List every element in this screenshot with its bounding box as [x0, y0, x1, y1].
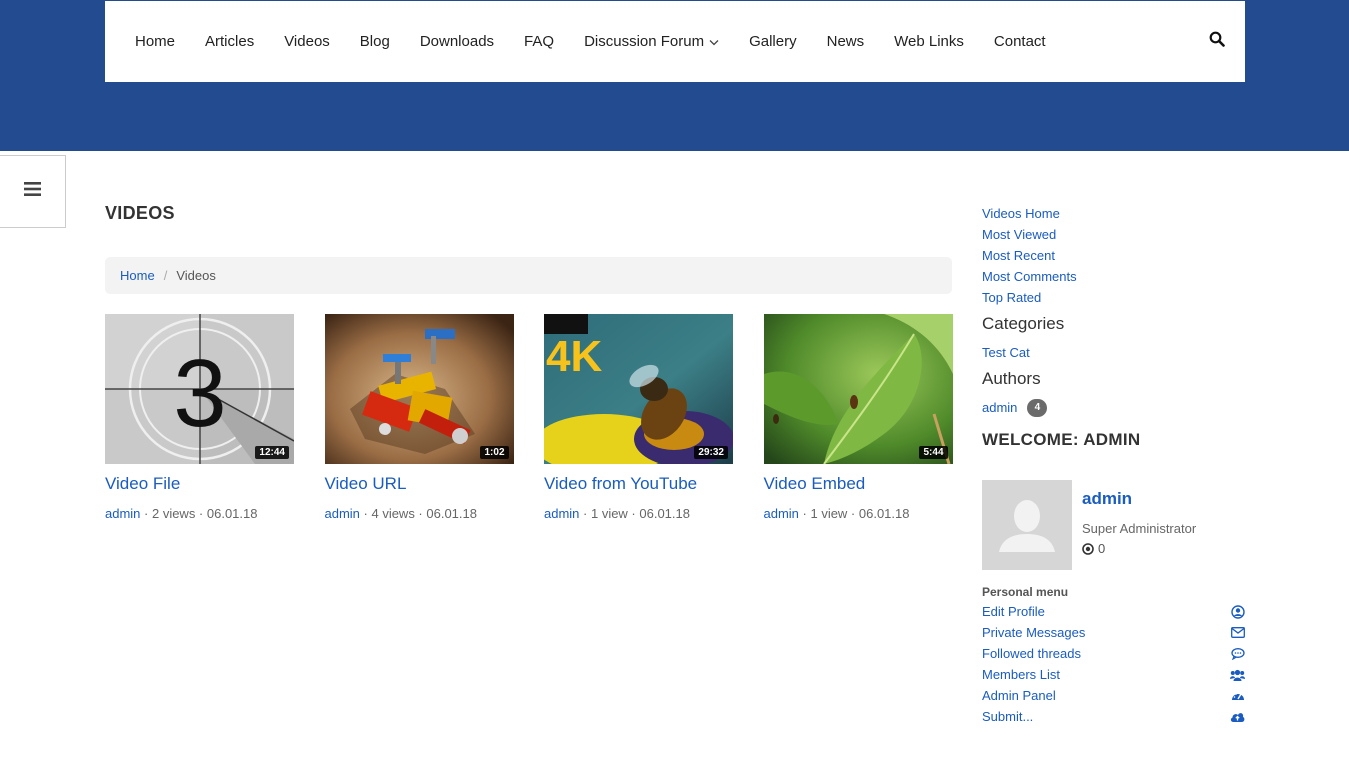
video-duration: 12:44	[255, 446, 289, 459]
nav-gallery[interactable]: Gallery	[749, 33, 797, 50]
breadcrumb-home-link[interactable]: Home	[120, 268, 155, 283]
svg-text:3: 3	[173, 340, 226, 447]
followed-threads-link[interactable]: Followed threads	[982, 643, 1081, 664]
video-title-link[interactable]: Video File	[105, 474, 294, 494]
edit-profile-link[interactable]: Edit Profile	[982, 601, 1045, 622]
video-meta: admin · 4 views · 06.01.18	[325, 506, 514, 521]
top-navbar: Home Articles Videos Blog Downloads FAQ …	[105, 1, 1245, 82]
video-thumbnail[interactable]: 3 12:44	[105, 314, 294, 464]
personal-menu-title: Personal menu	[982, 585, 1069, 599]
authors-heading: Authors	[982, 369, 1041, 388]
author-link[interactable]: admin	[982, 397, 1017, 418]
video-author-link[interactable]: admin	[544, 506, 579, 521]
video-meta: admin · 1 view · 06.01.18	[544, 506, 733, 521]
categories-heading: Categories	[982, 314, 1065, 333]
lego-thumbnail-image	[324, 314, 514, 464]
video-card: 3 12:44 Video File admin · 2 views · 06.…	[105, 314, 294, 521]
video-card: 5:44 Video Embed admin · 1 view · 06.01.…	[763, 314, 953, 521]
nav-discussion-forum[interactable]: Discussion Forum	[584, 33, 719, 50]
nav-faq[interactable]: FAQ	[524, 33, 554, 50]
video-thumbnail[interactable]: 1:02	[324, 314, 514, 464]
author-item: admin 4	[982, 397, 1245, 418]
bee-thumbnail-image: 4K	[544, 314, 733, 464]
sidebar-link-most-viewed[interactable]: Most Viewed	[982, 224, 1245, 245]
personal-menu-item-private-messages: Private Messages	[982, 622, 1245, 643]
video-meta: admin · 1 view · 06.01.18	[764, 506, 953, 521]
video-title-link[interactable]: Video URL	[325, 474, 514, 494]
avatar[interactable]	[982, 480, 1072, 570]
video-overlay-4k: 4K	[546, 332, 602, 381]
cloud-upload-icon	[1230, 709, 1245, 724]
user-circle-icon	[1230, 604, 1245, 619]
personal-menu-item-admin-panel: Admin Panel	[982, 685, 1245, 706]
welcome-heading: WELCOME: ADMIN	[982, 430, 1141, 449]
envelope-icon	[1230, 625, 1245, 640]
breadcrumb-current: Videos	[176, 268, 216, 283]
hamburger-menu-icon	[24, 182, 41, 201]
category-link[interactable]: Test Cat	[982, 342, 1245, 363]
sidebar-link-most-comments[interactable]: Most Comments	[982, 266, 1245, 287]
video-duration: 29:32	[694, 446, 728, 459]
video-author-link[interactable]: admin	[105, 506, 140, 521]
profile-points-value: 0	[1098, 541, 1106, 556]
nav-web-links[interactable]: Web Links	[894, 33, 964, 50]
video-list: 3 12:44 Video File admin · 2 views · 06.…	[105, 314, 983, 521]
countdown-thumbnail-image: 3	[105, 314, 294, 464]
video-author-link[interactable]: admin	[764, 506, 799, 521]
sidebar-link-most-recent[interactable]: Most Recent	[982, 245, 1245, 266]
video-card: 4K 29:32 Video from YouTube admin · 1 vi…	[544, 314, 733, 521]
profile-name-link[interactable]: admin	[1082, 489, 1196, 509]
right-sidebar: Videos Home Most Viewed Most Recent Most…	[982, 203, 1245, 727]
video-thumbnail[interactable]: 5:44	[763, 314, 953, 464]
video-title-link[interactable]: Video from YouTube	[544, 474, 733, 494]
dot-circle-icon	[1082, 542, 1094, 555]
nav-downloads[interactable]: Downloads	[420, 33, 494, 50]
page-title: VIDEOS	[105, 203, 175, 223]
nav-home[interactable]: Home	[135, 33, 175, 50]
main-menu: Home Articles Videos Blog Downloads FAQ …	[105, 33, 1076, 50]
video-author-link[interactable]: admin	[325, 506, 360, 521]
chevron-down-icon	[709, 33, 719, 50]
nav-news[interactable]: News	[827, 33, 865, 50]
video-stats: · 1 view · 06.01.18	[798, 506, 910, 521]
personal-menu-item-members-list: Members List	[982, 664, 1245, 685]
video-thumbnail[interactable]: 4K 29:32	[544, 314, 733, 464]
video-stats: · 1 view · 06.01.18	[579, 506, 690, 521]
breadcrumb: Home / Videos	[105, 257, 952, 294]
video-meta: admin · 2 views · 06.01.18	[105, 506, 294, 521]
submit-link[interactable]: Submit...	[982, 706, 1033, 727]
breadcrumb-separator: /	[163, 268, 168, 283]
personal-menu-item-submit: Submit...	[982, 706, 1245, 727]
users-icon	[1230, 667, 1245, 682]
author-count-badge: 4	[1027, 398, 1048, 417]
personal-menu-item-edit-profile: Edit Profile	[982, 601, 1245, 622]
video-stats: · 2 views · 06.01.18	[140, 506, 258, 521]
search-icon[interactable]	[1209, 31, 1227, 49]
video-duration: 1:02	[480, 446, 509, 459]
comments-icon	[1230, 646, 1245, 661]
user-profile-card: admin Super Administrator 0	[982, 480, 1245, 570]
sidebar-link-videos-home[interactable]: Videos Home	[982, 203, 1245, 224]
members-list-link[interactable]: Members List	[982, 664, 1060, 685]
sidebar-link-top-rated[interactable]: Top Rated	[982, 287, 1245, 308]
leaf-thumbnail-image	[763, 314, 953, 464]
nav-blog[interactable]: Blog	[360, 33, 390, 50]
nav-discussion-forum-label: Discussion Forum	[584, 33, 705, 50]
personal-menu-item-followed-threads: Followed threads	[982, 643, 1245, 664]
video-duration: 5:44	[919, 446, 948, 459]
sidebar-toggle-button[interactable]	[0, 155, 66, 228]
dashboard-icon	[1230, 688, 1245, 703]
nav-videos[interactable]: Videos	[284, 33, 330, 50]
private-messages-link[interactable]: Private Messages	[982, 622, 1085, 643]
admin-panel-link[interactable]: Admin Panel	[982, 685, 1056, 706]
video-title-link[interactable]: Video Embed	[764, 474, 953, 494]
nav-articles[interactable]: Articles	[205, 33, 254, 50]
video-stats: · 4 views · 06.01.18	[359, 506, 477, 521]
profile-info: admin Super Administrator 0	[1082, 480, 1196, 570]
default-avatar-icon	[982, 480, 1072, 570]
profile-role: Super Administrator	[1082, 521, 1197, 536]
profile-points: 0	[1082, 541, 1196, 556]
nav-contact[interactable]: Contact	[994, 33, 1046, 50]
video-card: 1:02 Video URL admin · 4 views · 06.01.1…	[324, 314, 514, 521]
